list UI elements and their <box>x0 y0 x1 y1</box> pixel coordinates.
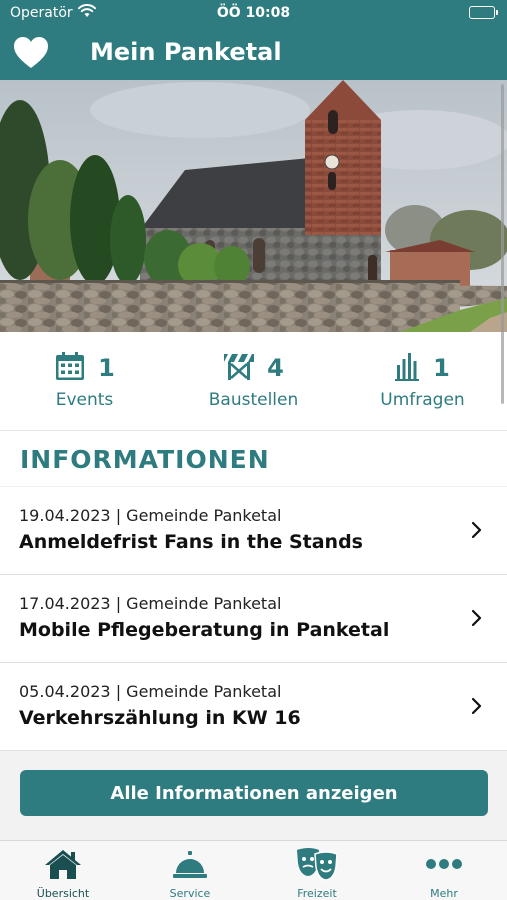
status-time: ÖÖ 10:08 <box>216 5 291 21</box>
page-title: Mein Panketal <box>90 38 282 66</box>
umfragen-count: 1 <box>433 354 450 382</box>
tab-label: Freizeit <box>297 887 337 900</box>
tab-mehr[interactable]: Mehr <box>381 847 507 900</box>
baustellen-label: Baustellen <box>208 390 299 410</box>
home-icon <box>0 847 126 881</box>
baustellen-count: 4 <box>267 354 284 382</box>
scrollbar[interactable] <box>501 84 504 404</box>
events-label: Events <box>55 390 114 410</box>
news-headline: Verkehrszählung in KW 16 <box>19 707 301 729</box>
tab-bar: Übersicht Service Freizeit Mehr <box>0 840 507 900</box>
news-meta: 17.04.2023 | Gemeinde Panketal <box>19 594 282 613</box>
tab-uebersicht[interactable]: Übersicht <box>0 847 126 900</box>
tab-freizeit[interactable]: Freizeit <box>254 847 380 900</box>
calendar-icon <box>54 350 86 386</box>
stat-baustellen[interactable]: 4 Baustellen <box>169 348 338 410</box>
news-list: 19.04.2023 | Gemeinde Panketal Anmeldefr… <box>0 487 507 751</box>
bar-chart-icon <box>395 351 421 385</box>
list-item[interactable]: 17.04.2023 | Gemeinde Panketal Mobile Pf… <box>0 575 507 663</box>
list-item[interactable]: 05.04.2023 | Gemeinde Panketal Verkehrsz… <box>0 663 507 751</box>
chevron-right-icon <box>471 521 483 539</box>
service-bell-icon <box>127 847 253 881</box>
construction-icon <box>223 351 255 385</box>
more-dots-icon <box>381 847 507 881</box>
informationen-header: INFORMATIONEN <box>0 430 507 486</box>
theater-masks-icon <box>254 847 380 881</box>
news-headline: Anmeldefrist Fans in the Stands <box>19 531 363 553</box>
tab-service[interactable]: Service <box>127 847 253 900</box>
events-count: 1 <box>98 354 115 382</box>
status-bar: Operatör ÖÖ 10:08 <box>0 0 507 28</box>
stats-panel: 1 Events 4 Baustellen 1 Umfragen <box>0 332 507 430</box>
section-title: INFORMATIONEN <box>20 445 270 474</box>
news-headline: Mobile Pflegeberatung in Panketal <box>19 619 390 641</box>
chevron-right-icon <box>471 609 483 627</box>
tab-label: Service <box>169 887 211 900</box>
news-meta: 19.04.2023 | Gemeinde Panketal <box>19 506 282 525</box>
tab-label: Übersicht <box>36 887 90 900</box>
hero-image <box>0 80 507 332</box>
app-header: Mein Panketal <box>0 28 507 80</box>
list-item[interactable]: 19.04.2023 | Gemeinde Panketal Anmeldefr… <box>0 487 507 575</box>
news-meta: 05.04.2023 | Gemeinde Panketal <box>19 682 282 701</box>
battery-icon <box>469 6 498 19</box>
stat-events[interactable]: 1 Events <box>0 348 169 410</box>
umfragen-label: Umfragen <box>380 390 465 410</box>
tab-label: Mehr <box>430 887 458 900</box>
all-information-button[interactable]: Alle Informationen anzeigen <box>20 770 488 816</box>
heart-icon[interactable] <box>13 36 49 70</box>
stat-umfragen[interactable]: 1 Umfragen <box>338 348 507 410</box>
chevron-right-icon <box>471 697 483 715</box>
